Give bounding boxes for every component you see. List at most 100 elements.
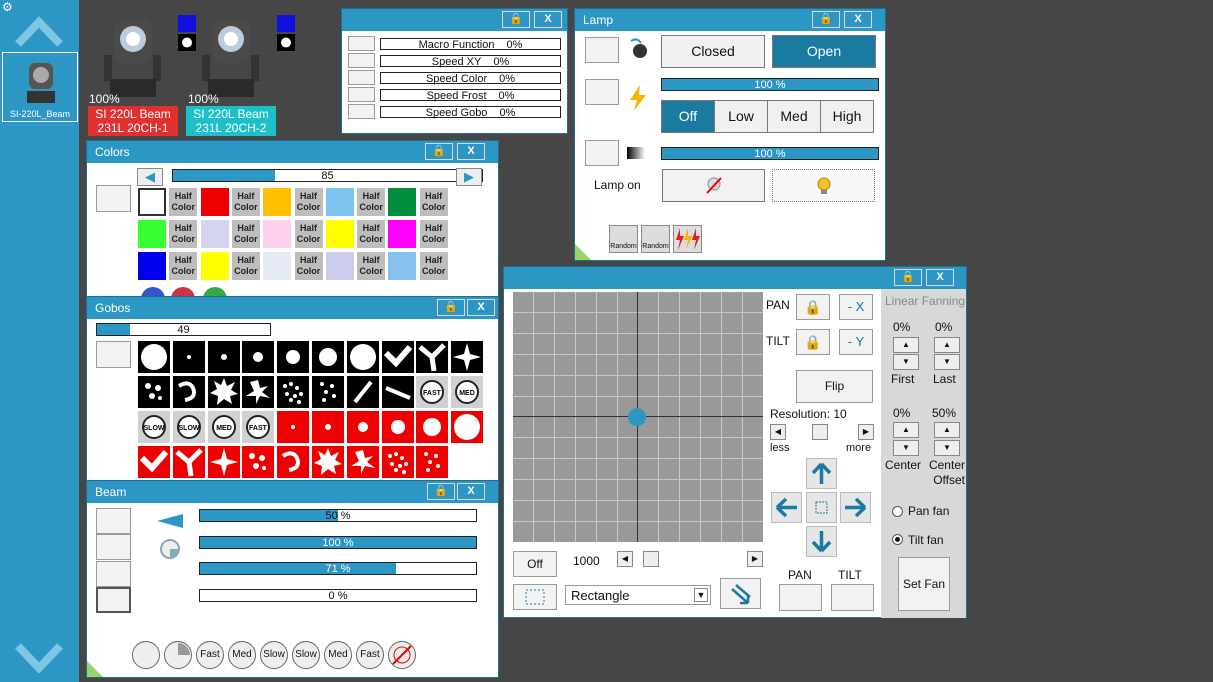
half-color-button[interactable]: Half Color <box>357 220 386 248</box>
half-color-button[interactable]: Half Color <box>419 252 448 280</box>
beam-effect-button-2[interactable] <box>164 641 192 669</box>
color-swatch[interactable] <box>200 220 229 248</box>
beam-bar-4[interactable]: 0 % <box>199 588 477 602</box>
gobo-burst-button[interactable] <box>207 376 240 408</box>
beam-preset-button-3[interactable] <box>96 561 131 587</box>
lock-icon[interactable]: 🔒 <box>894 269 922 286</box>
macro-row-bar[interactable]: Speed Color 0% <box>380 72 561 85</box>
lamp-shutter-preset-button[interactable] <box>585 37 619 63</box>
close-icon[interactable]: X <box>534 11 562 28</box>
tilt-lock-button[interactable]: 🔒 <box>796 329 830 355</box>
gobo-r-star4-button[interactable] <box>207 446 240 478</box>
shape-direction-button[interactable] <box>720 578 761 609</box>
beam-bar-3[interactable]: 71 % <box>199 562 477 575</box>
pan-tilt-grid[interactable] <box>513 292 763 542</box>
position-cursor[interactable] <box>628 408 646 426</box>
macro-row-button[interactable] <box>348 36 375 51</box>
close-icon[interactable]: X <box>844 11 872 28</box>
color-swatch[interactable] <box>388 220 417 248</box>
color-swatch[interactable] <box>263 188 292 216</box>
color-swatch[interactable] <box>263 252 292 280</box>
beam-effect-button-5[interactable]: Slow <box>260 641 288 669</box>
tilt-fan-radio[interactable] <box>892 534 903 545</box>
offset-down-arrow-icon[interactable]: ▼ <box>934 440 960 456</box>
pan-lock-button[interactable]: 🔒 <box>796 294 830 320</box>
gobo-dots-button[interactable] <box>138 376 170 408</box>
random-strobe-button-2[interactable]: Random <box>641 225 670 253</box>
half-color-button[interactable]: Half Color <box>169 220 198 248</box>
color-swatch[interactable] <box>325 252 354 280</box>
color-swatch[interactable] <box>388 188 417 216</box>
gobo-r-dot-button[interactable] <box>312 411 344 443</box>
gobo-big-button[interactable] <box>138 341 170 373</box>
gobo-r-dot-xl-button[interactable] <box>416 411 449 443</box>
center-up-arrow-icon[interactable]: ▲ <box>893 422 919 438</box>
half-color-button[interactable]: Half Color <box>169 188 198 216</box>
macro-row-bar[interactable]: Speed Gobo 0% <box>380 106 561 119</box>
gobo-r-swirl-button[interactable] <box>277 446 310 478</box>
macro-row-bar[interactable]: Macro Function 0% <box>380 38 561 51</box>
invert-x-button[interactable]: - X <box>839 294 873 320</box>
move-down-arrow-icon[interactable] <box>806 526 837 557</box>
half-color-button[interactable]: Half Color <box>294 220 323 248</box>
gobo-med-button[interactable]: MED <box>451 376 484 408</box>
gobo-slash2-button[interactable] <box>381 376 414 408</box>
first-down-arrow-icon[interactable]: ▼ <box>893 354 919 370</box>
gobo-dot-s-button[interactable] <box>172 341 205 373</box>
scroll-down-arrow-icon[interactable] <box>14 640 64 680</box>
macro-row-button[interactable] <box>348 70 375 85</box>
macro-row-button[interactable] <box>348 53 375 68</box>
shutter-open-button[interactable]: Open <box>772 35 876 68</box>
last-down-arrow-icon[interactable]: ▼ <box>934 354 960 370</box>
tilt-effect-button[interactable] <box>831 584 874 611</box>
shape-select-button[interactable] <box>513 584 557 610</box>
lock-icon[interactable]: 🔒 <box>812 11 840 28</box>
gobo-slash-button[interactable] <box>346 376 379 408</box>
colors-prev-arrow-icon[interactable]: ◀ <box>137 168 163 186</box>
gobo-r-tri-button[interactable] <box>172 446 205 478</box>
flip-button[interactable]: Flip <box>796 370 873 403</box>
gobo-cross-button[interactable] <box>381 341 414 373</box>
set-fan-button[interactable]: Set Fan <box>898 557 950 611</box>
half-color-button[interactable]: Half Color <box>231 252 260 280</box>
beam-effect-button-1[interactable] <box>132 641 160 669</box>
close-icon[interactable]: X <box>467 299 495 316</box>
resolution-more-arrow-icon[interactable]: ▶ <box>858 424 874 440</box>
close-icon[interactable]: X <box>457 143 485 160</box>
beam-effect-button-4[interactable]: Med <box>228 641 256 669</box>
gobo-slow-button[interactable]: SLOW <box>172 411 205 443</box>
last-up-arrow-icon[interactable]: ▲ <box>934 337 960 353</box>
strobe-bar[interactable]: 100 % <box>661 78 879 91</box>
half-color-button[interactable]: Half Color <box>169 252 198 280</box>
gobo-dot-l-button[interactable] <box>277 341 310 373</box>
resize-grip-icon[interactable] <box>87 661 103 677</box>
gobo-r-dots-button[interactable] <box>242 446 275 478</box>
offset-up-arrow-icon[interactable]: ▲ <box>934 422 960 438</box>
half-color-button[interactable]: Half Color <box>357 252 386 280</box>
color-swatch[interactable] <box>138 188 166 216</box>
gobos-slider[interactable]: 49 <box>96 323 271 336</box>
pan-effect-button[interactable] <box>779 584 822 611</box>
gobo-r-sparkle-button[interactable] <box>381 446 414 478</box>
speed-right-arrow-icon[interactable]: ▶ <box>747 551 763 567</box>
half-color-button[interactable]: Half Color <box>357 188 386 216</box>
beam-effect-button-3[interactable]: Fast <box>196 641 224 669</box>
colors-slider[interactable]: 85 <box>172 169 483 182</box>
move-right-arrow-icon[interactable] <box>840 492 871 523</box>
beam-preset-button-4[interactable] <box>96 587 131 613</box>
lock-icon[interactable]: 🔒 <box>427 483 455 500</box>
center-down-arrow-icon[interactable]: ▼ <box>893 440 919 456</box>
color-swatch[interactable] <box>200 252 229 280</box>
strobe-high-button[interactable]: High <box>820 100 874 133</box>
color-swatch[interactable] <box>325 220 354 248</box>
position-off-button[interactable]: Off <box>513 551 557 577</box>
macro-row-bar[interactable]: Speed XY 0% <box>380 55 561 68</box>
macro-row-button[interactable] <box>348 87 375 102</box>
beam-bar-2[interactable]: 100 % <box>199 535 477 549</box>
move-up-arrow-icon[interactable] <box>806 458 837 489</box>
half-color-button[interactable]: Half Color <box>294 252 323 280</box>
gobo-fast-button[interactable]: FAST <box>242 411 275 443</box>
center-position-icon[interactable] <box>806 492 837 523</box>
resolution-less-arrow-icon[interactable]: ◀ <box>770 424 786 440</box>
invert-y-button[interactable]: - Y <box>839 329 873 355</box>
